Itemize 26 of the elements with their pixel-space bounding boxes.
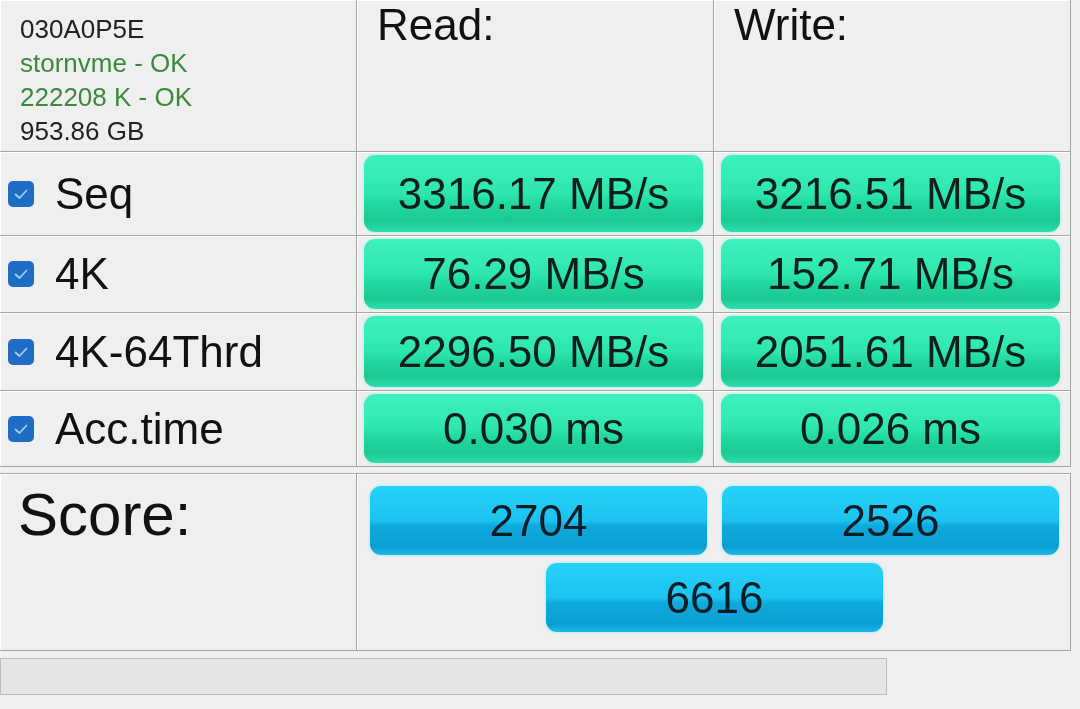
total-score: 6616 bbox=[546, 563, 883, 632]
write-result: 0.026 ms bbox=[721, 394, 1060, 463]
column-header: Read: bbox=[377, 0, 495, 50]
drive-info-text: 953.86 GB bbox=[20, 115, 145, 148]
write-score: 2526 bbox=[722, 486, 1059, 555]
checkbox[interactable] bbox=[8, 415, 34, 442]
write-result: 152.71 MB/s bbox=[721, 239, 1060, 309]
score-label: Score: bbox=[18, 480, 192, 550]
test-label: Seq bbox=[55, 167, 134, 220]
drive-info-text: 222208 K - OK bbox=[20, 81, 192, 114]
checkbox[interactable] bbox=[8, 338, 34, 365]
drive-info-text: 030A0P5E bbox=[20, 13, 145, 46]
checkbox[interactable] bbox=[8, 261, 34, 287]
read-score: 2704 bbox=[370, 486, 707, 555]
write-result: 2051.61 MB/s bbox=[721, 316, 1060, 387]
read-result: 76.29 MB/s bbox=[364, 239, 703, 309]
read-result: 3316.17 MB/s bbox=[364, 155, 703, 232]
test-label: Acc.time bbox=[55, 402, 224, 455]
write-result: 3216.51 MB/s bbox=[721, 155, 1060, 232]
test-label: 4K bbox=[55, 248, 109, 300]
drive-info-text: stornvme - OK bbox=[20, 47, 188, 80]
read-result: 2296.50 MB/s bbox=[364, 316, 703, 387]
read-result: 0.030 ms bbox=[364, 394, 703, 463]
test-label: 4K-64Thrd bbox=[55, 325, 263, 378]
column-header: Write: bbox=[734, 0, 849, 50]
checkbox[interactable] bbox=[8, 180, 34, 207]
